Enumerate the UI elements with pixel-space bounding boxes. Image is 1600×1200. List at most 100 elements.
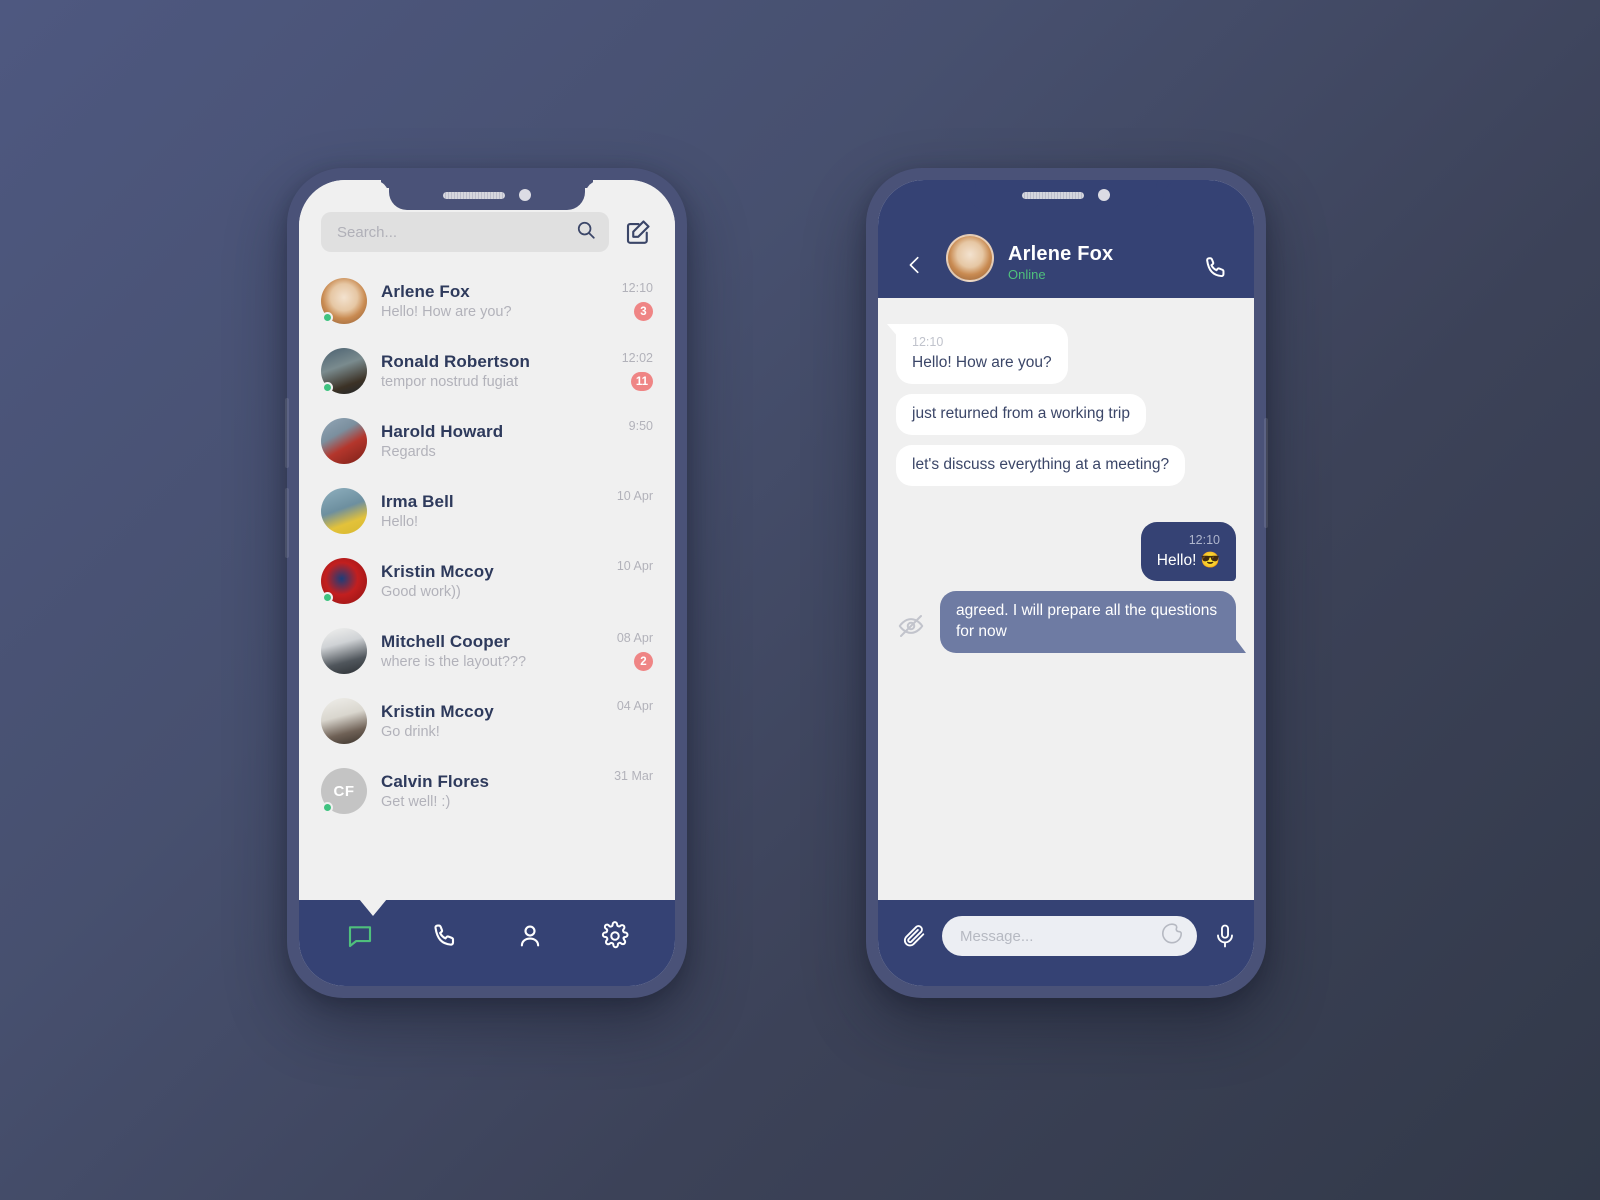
search-icon[interactable] — [575, 219, 597, 246]
contact-name: Arlene Fox — [1008, 243, 1114, 265]
active-tab-pointer — [359, 899, 387, 916]
contact-name: Ronald Robertson — [381, 352, 530, 371]
device-notch — [968, 180, 1164, 210]
last-message-preview: Go drink! — [381, 724, 440, 740]
avatar — [321, 558, 367, 604]
search-input-wrapper[interactable] — [321, 212, 609, 252]
contact-name: Kristin Mccoy — [381, 702, 494, 721]
avatar-initials: CF — [333, 782, 355, 800]
contact-name: Harold Howard — [381, 422, 504, 441]
list-item[interactable]: CF Calvin Flores Get well! :) 31 Mar — [299, 756, 675, 826]
last-message-preview: Hello! — [381, 514, 419, 530]
message-row: let's discuss everything at a meeting? — [896, 444, 1236, 486]
message-row: just returned from a working trip — [896, 393, 1236, 435]
list-item[interactable]: Mitchell Cooper where is the layout??? 0… — [299, 616, 675, 686]
last-message-preview: Regards — [381, 444, 436, 460]
message-text: Hello! How are you? — [912, 353, 1052, 371]
unread-badge: 3 — [634, 302, 653, 321]
contact-name: Arlene Fox — [381, 282, 470, 301]
contact-name: Mitchell Cooper — [381, 632, 511, 651]
message-timestamp: 08 Apr — [616, 631, 653, 645]
contact-status: Online — [1008, 267, 1046, 282]
message-row: 12:10 Hello! 😎 — [896, 521, 1236, 582]
online-status-dot — [322, 592, 333, 603]
list-item[interactable]: Irma Bell Hello! 10 Apr — [299, 476, 675, 546]
avatar — [321, 348, 367, 394]
message-text: Hello! 😎 — [1156, 551, 1220, 569]
microphone-icon[interactable] — [1211, 922, 1239, 950]
message-timestamp: 12:10 — [621, 281, 653, 295]
list-item[interactable]: Harold Howard Regards 9:50 — [299, 406, 675, 476]
contact-avatar[interactable] — [946, 234, 994, 282]
message-row: 12:10 Hello! How are you? — [887, 324, 1236, 384]
message-bubble-incoming[interactable]: just returned from a working trip — [896, 393, 1146, 435]
eye-slash-icon — [896, 611, 926, 641]
device-notch — [389, 180, 585, 210]
earpiece-speaker-icon — [443, 191, 505, 199]
online-status-dot — [322, 802, 333, 813]
front-camera-icon — [519, 189, 531, 201]
message-timestamp: 10 Apr — [616, 558, 653, 573]
avatar — [321, 628, 367, 674]
message-row: agreed. I will prepare all the questions… — [896, 591, 1246, 654]
tab-contacts[interactable] — [509, 915, 551, 957]
chat-list-screen: Arlene Fox Hello! How are you? 12:10 3 R… — [299, 180, 675, 986]
last-message-preview: Get well! :) — [381, 794, 451, 810]
front-camera-icon — [1098, 189, 1110, 201]
avatar — [321, 278, 367, 324]
message-timestamp: 10 Apr — [616, 488, 653, 503]
message-composer — [878, 900, 1254, 986]
conversation-screen: Arlene Fox Online 12:10 Hello! How are y… — [878, 180, 1254, 986]
message-input[interactable] — [960, 927, 1159, 945]
bottom-tab-bar — [299, 899, 675, 986]
list-item[interactable]: Kristin Mccoy Go drink! 04 Apr — [299, 686, 675, 756]
avatar-image — [321, 488, 367, 534]
avatar: CF — [321, 768, 367, 814]
device-power-button[interactable] — [1264, 418, 1268, 528]
device-volume-down-button[interactable] — [285, 488, 289, 558]
message-text: just returned from a working trip — [912, 404, 1130, 422]
compose-pencil-icon[interactable] — [623, 217, 653, 247]
phone-call-icon[interactable] — [1202, 254, 1230, 282]
online-status-dot — [322, 382, 333, 393]
message-text: let's discuss everything at a meeting? — [912, 455, 1170, 473]
online-status-dot — [322, 312, 333, 323]
chevron-left-icon[interactable] — [898, 248, 932, 282]
message-timestamp: 12:10 — [912, 335, 944, 349]
avatar-image — [321, 628, 367, 674]
smiley-icon[interactable] — [1159, 921, 1185, 952]
last-message-preview: Good work)) — [381, 584, 461, 600]
paperclip-icon[interactable] — [900, 922, 928, 950]
message-text: agreed. I will prepare all the questions… — [956, 602, 1218, 641]
avatar — [321, 698, 367, 744]
tab-settings[interactable] — [594, 915, 636, 957]
message-bubble-incoming[interactable]: let's discuss everything at a meeting? — [896, 444, 1186, 486]
unread-badge: 2 — [634, 652, 653, 671]
conversation-list[interactable]: Arlene Fox Hello! How are you? 12:10 3 R… — [299, 262, 675, 900]
message-thread[interactable]: 12:10 Hello! How are you? just returned … — [878, 298, 1254, 900]
phone-device-chat-list: Arlene Fox Hello! How are you? 12:10 3 R… — [285, 168, 687, 998]
avatar — [321, 418, 367, 464]
contact-name: Irma Bell — [381, 492, 454, 511]
avatar-image — [321, 698, 367, 744]
contact-name: Kristin Mccoy — [381, 562, 494, 581]
message-timestamp: 12:10 — [1188, 532, 1220, 547]
message-timestamp: 04 Apr — [616, 698, 653, 713]
tab-chats[interactable] — [339, 915, 381, 957]
last-message-preview: Hello! How are you? — [381, 304, 512, 320]
tab-calls[interactable] — [424, 915, 466, 957]
search-input[interactable] — [337, 223, 575, 241]
message-bubble-incoming[interactable]: 12:10 Hello! How are you? — [887, 324, 1068, 384]
message-timestamp: 9:50 — [628, 418, 653, 433]
message-input-wrapper[interactable] — [942, 916, 1197, 956]
device-volume-up-button[interactable] — [285, 398, 289, 468]
earpiece-speaker-icon — [1022, 191, 1084, 199]
list-item[interactable]: Kristin Mccoy Good work)) 10 Apr — [299, 546, 675, 616]
list-item[interactable]: Arlene Fox Hello! How are you? 12:10 3 — [299, 266, 675, 336]
message-timestamp: 31 Mar — [614, 768, 653, 783]
message-timestamp: 12:02 — [621, 351, 653, 365]
message-bubble-outgoing[interactable]: agreed. I will prepare all the questions… — [940, 591, 1246, 654]
message-bubble-outgoing[interactable]: 12:10 Hello! 😎 — [1140, 521, 1236, 582]
phone-device-conversation: Arlene Fox Online 12:10 Hello! How are y… — [866, 168, 1268, 998]
list-item[interactable]: Ronald Robertson tempor nostrud fugiat 1… — [299, 336, 675, 406]
